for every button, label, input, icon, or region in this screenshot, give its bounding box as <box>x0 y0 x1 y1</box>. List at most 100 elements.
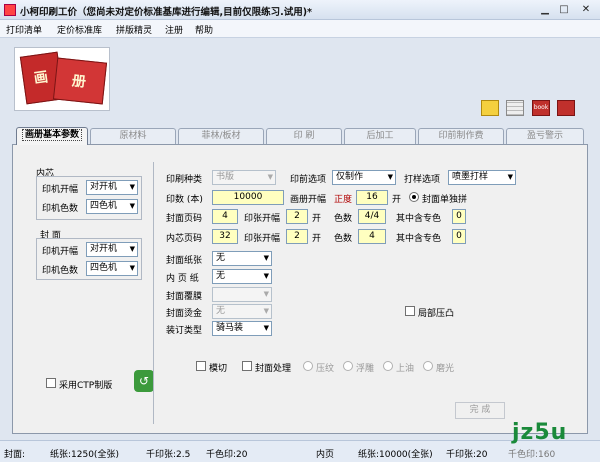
cover-kaifu-select[interactable]: 对开机 ▼ <box>86 242 138 257</box>
partial-emboss-checkbox[interactable] <box>405 306 415 316</box>
chevron-down-icon: ▼ <box>129 183 135 191</box>
cover-pages-input[interactable]: 4 <box>212 209 238 224</box>
inner-pages-input[interactable]: 32 <box>212 229 238 244</box>
inner-sheet-input[interactable]: 2 <box>286 229 308 244</box>
cover-spot-input[interactable]: 0 <box>452 209 466 224</box>
tab-prepress-fee[interactable]: 印前制作费 <box>418 128 504 144</box>
chevron-down-icon: ▼ <box>387 173 393 181</box>
tab-album-basics[interactable]: 画册基本参数 <box>16 127 88 145</box>
inner-spot-input[interactable]: 0 <box>452 229 466 244</box>
tab-profit-warning[interactable]: 盈亏警示 <box>506 128 584 144</box>
inner-colors-label: 色数 <box>334 234 353 244</box>
menu-imposition[interactable]: 拼版精灵 <box>116 23 152 36</box>
chevron-down-icon: ▼ <box>129 202 135 210</box>
divider <box>153 162 154 424</box>
cover-pages-label: 封面页码 <box>166 214 203 224</box>
album-back-image: 册 <box>52 57 108 105</box>
status-cover-kilo: 千印张:2.5 <box>146 450 191 460</box>
prepress-select[interactable]: 仅制作 ▼ <box>332 170 396 185</box>
inner-pages-label: 内芯页码 <box>166 234 203 244</box>
menu-register[interactable]: 注册 <box>165 23 183 36</box>
search-icon[interactable] <box>557 100 575 116</box>
album-size-input[interactable]: 16 <box>356 190 388 205</box>
chevron-down-icon: ▼ <box>263 272 269 280</box>
cover-color-select[interactable]: 四色机 ▼ <box>86 261 138 276</box>
menu-print-list[interactable]: 打印清单 <box>6 23 42 36</box>
star-check-icon[interactable] <box>481 100 499 116</box>
menu-help[interactable]: 帮助 <box>195 23 213 36</box>
grid-icon[interactable] <box>506 100 524 116</box>
inner-paper-select[interactable]: 无 ▼ <box>212 269 272 284</box>
status-inner-label: 内页 <box>316 450 335 460</box>
treat-relief-radio <box>343 361 353 371</box>
tab-postpress[interactable]: 后加工 <box>344 128 416 144</box>
chevron-down-icon: ▼ <box>129 245 135 253</box>
cover-paper-select[interactable]: 无 ▼ <box>212 251 272 266</box>
print-type-select: 书版 ▼ <box>212 170 276 185</box>
cover-sheet-input[interactable]: 2 <box>286 209 308 224</box>
treat-oil-label: 上油 <box>396 364 415 374</box>
die-cut-checkbox[interactable] <box>196 361 206 371</box>
album-thumbnail: 画 册 <box>14 47 110 111</box>
status-cover-color-kilo: 千色印:20 <box>206 450 248 460</box>
finish-button[interactable]: 完 成 <box>455 402 505 419</box>
watermark-logo: jz5u <box>512 420 568 445</box>
tab-film-plate[interactable]: 菲林/板材 <box>178 128 264 144</box>
proof-select[interactable]: 喷墨打样 ▼ <box>448 170 516 185</box>
treat-polish-radio <box>423 361 433 371</box>
menu-bar: 打印清单 定价标准库 拼版精灵 注册 帮助 <box>0 20 600 38</box>
chevron-down-icon: ▼ <box>263 254 269 262</box>
binding-label: 装订类型 <box>166 326 203 336</box>
chevron-down-icon: ▼ <box>507 173 513 181</box>
chevron-down-icon: ▼ <box>263 307 269 315</box>
inner-colors-input[interactable]: 4 <box>358 229 386 244</box>
cover-sheet-label: 印张开幅 <box>244 214 281 224</box>
inner-color-select[interactable]: 四色机 ▼ <box>86 199 138 214</box>
ctp-label: 采用CTP制版 <box>59 381 113 391</box>
close-icon[interactable]: ✕ <box>577 3 595 17</box>
die-cut-label: 模切 <box>209 364 228 374</box>
tab-materials[interactable]: 原材料 <box>90 128 176 144</box>
inner-kaifu-label: 印机开幅 <box>42 185 79 195</box>
binding-select[interactable]: 骑马装 ▼ <box>212 321 272 336</box>
treat-oil-radio <box>383 361 393 371</box>
album-size-label: 画册开幅 <box>290 195 327 205</box>
status-inner-kilo: 千印张:20 <box>446 450 488 460</box>
chevron-down-icon: ▼ <box>129 264 135 272</box>
chevron-down-icon: ▼ <box>267 173 273 181</box>
cover-colors-input[interactable]: 4/4 <box>358 209 386 224</box>
status-inner-paper: 纸张:10000(全张) <box>358 450 433 460</box>
treat-emboss-radio <box>303 361 313 371</box>
single-cover-radio[interactable] <box>409 192 419 202</box>
single-cover-label: 封面单独拼 <box>422 195 468 205</box>
cover-color-label: 印机色数 <box>42 266 79 276</box>
inner-sheet-unit: 开 <box>312 234 322 244</box>
treat-relief-label: 浮雕 <box>356 364 375 374</box>
minimize-icon[interactable]: ▁ <box>536 3 554 17</box>
cover-film-select: ▼ <box>212 287 272 302</box>
cover-spot-label: 其中含专色 <box>396 214 442 224</box>
cover-sheet-unit: 开 <box>312 214 322 224</box>
cover-colors-label: 色数 <box>334 214 353 224</box>
maximize-icon[interactable]: □ <box>555 3 573 17</box>
ctp-checkbox[interactable] <box>46 378 56 388</box>
qty-input[interactable]: 10000 <box>212 190 284 205</box>
inner-color-label: 印机色数 <box>42 204 79 214</box>
proof-label: 打样选项 <box>404 175 441 185</box>
cover-treat-checkbox[interactable] <box>242 361 252 371</box>
menu-price-library[interactable]: 定价标准库 <box>57 23 102 36</box>
cover-treat-label: 封面处理 <box>255 364 292 374</box>
book-icon[interactable]: book <box>532 100 550 116</box>
status-inner-color-kilo: 千色印:160 <box>508 450 556 460</box>
chevron-down-icon: ▼ <box>263 324 269 332</box>
status-cover-paper: 纸张:1250(全张) <box>50 450 119 460</box>
tab-printing[interactable]: 印 刷 <box>266 128 342 144</box>
cover-foil-select: 无 ▼ <box>212 304 272 319</box>
cover-film-label: 封面覆膜 <box>166 292 203 302</box>
album-size-unit: 开 <box>392 195 402 205</box>
ctp-logo-icon: ↺ <box>134 370 154 392</box>
title-bar: 小柯印刷工价（您尚未对定价标准基库进行编辑,目前仅限练习.试用)* ▁ □ ✕ <box>0 0 600 20</box>
inner-kaifu-select[interactable]: 对开机 ▼ <box>86 180 138 195</box>
status-bar: 封面: 纸张:1250(全张) 千印张:2.5 千色印:20 内页 纸张:100… <box>0 440 600 462</box>
print-type-label: 印刷种类 <box>166 175 203 185</box>
